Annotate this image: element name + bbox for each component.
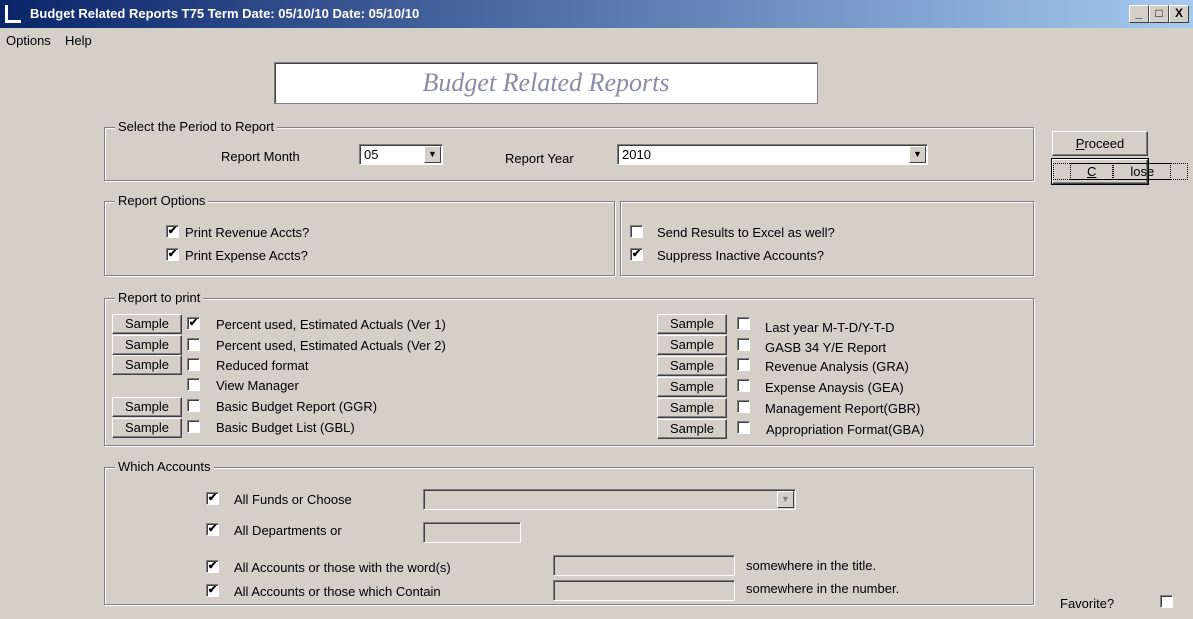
- sample-button-lastyear[interactable]: Sample: [657, 314, 727, 334]
- menu-bar: Options Help: [0, 29, 1193, 51]
- report-month-value: 05: [364, 147, 379, 162]
- report-reduced-checkbox[interactable]: [187, 358, 200, 371]
- report-gbr-checkbox[interactable]: [737, 400, 750, 413]
- report-options-group: Report Options: [104, 193, 615, 276]
- maximize-button[interactable]: □: [1149, 5, 1169, 23]
- report-gbr-label: Management Report(GBR): [765, 401, 921, 416]
- department-input[interactable]: [423, 522, 521, 543]
- report-gra-checkbox[interactable]: [737, 358, 750, 371]
- report-view-manager-checkbox[interactable]: [187, 378, 200, 391]
- sample-button-reduced[interactable]: Sample: [112, 355, 182, 375]
- app-icon: [5, 5, 21, 23]
- favorite-label: Favorite?: [1060, 596, 1115, 611]
- all-departments-label: All Departments or: [234, 523, 342, 538]
- sample-button-gra[interactable]: Sample: [657, 356, 727, 376]
- report-ver2-checkbox[interactable]: [187, 338, 200, 351]
- report-ggr-checkbox[interactable]: [187, 399, 200, 412]
- report-ver1-label: Percent used, Estimated Actuals (Ver 1): [216, 317, 446, 332]
- all-funds-label: All Funds or Choose: [234, 492, 352, 507]
- report-to-print-legend: Report to print: [115, 290, 204, 305]
- report-gasb-checkbox[interactable]: [737, 338, 750, 351]
- report-lastyear-label: Last year M-T-D/Y-T-D: [765, 320, 895, 335]
- funds-select[interactable]: ▼: [423, 489, 796, 510]
- sample-button-ggr[interactable]: Sample: [112, 397, 182, 417]
- period-legend: Select the Period to Report: [115, 119, 278, 134]
- print-revenue-label: Print Revenue Accts?: [185, 225, 310, 240]
- sample-button-ver1[interactable]: Sample: [112, 314, 182, 334]
- favorite-checkbox[interactable]: [1160, 595, 1173, 608]
- all-accounts-contain-checkbox[interactable]: ✔: [206, 584, 219, 597]
- sample-button-gba[interactable]: Sample: [657, 419, 727, 439]
- all-accounts-word-label: All Accounts or those with the word(s): [234, 560, 451, 575]
- report-gasb-label: GASB 34 Y/E Report: [765, 340, 887, 355]
- report-lastyear-checkbox[interactable]: [737, 317, 750, 330]
- chevron-down-icon[interactable]: ▼: [424, 146, 441, 163]
- which-accounts-legend: Which Accounts: [115, 459, 214, 474]
- report-gea-label: Expense Anaysis (GEA): [765, 380, 904, 395]
- report-gra-label: Revenue Analysis (GRA): [765, 359, 909, 374]
- suppress-inactive-label: Suppress Inactive Accounts?: [657, 248, 824, 263]
- sample-button-gbl[interactable]: Sample: [112, 418, 182, 438]
- title-bar[interactable]: Budget Related Reports T75 Term Date: 05…: [0, 0, 1193, 28]
- report-gbl-label: Basic Budget List (GBL): [216, 420, 355, 435]
- report-year-value: 2010: [622, 147, 651, 162]
- report-gbl-checkbox[interactable]: [187, 420, 200, 433]
- print-expense-label: Print Expense Accts?: [185, 248, 308, 263]
- report-gba-label: Appropriation Format(GBA): [766, 422, 925, 437]
- title-words-input[interactable]: [553, 555, 735, 576]
- report-ver2-label: Percent used, Estimated Actuals (Ver 2): [216, 338, 446, 353]
- close-window-button[interactable]: X: [1169, 5, 1189, 23]
- report-gba-checkbox[interactable]: [737, 421, 750, 434]
- report-view-manager-label: View Manager: [216, 378, 299, 393]
- menu-options[interactable]: Options: [6, 33, 51, 48]
- suppress-inactive-checkbox[interactable]: ✔: [630, 248, 643, 261]
- sample-button-gea[interactable]: Sample: [657, 377, 727, 397]
- all-accounts-word-checkbox[interactable]: ✔: [206, 560, 219, 573]
- close-label: Close: [1053, 163, 1189, 180]
- window-title: Budget Related Reports T75 Term Date: 05…: [30, 6, 420, 21]
- sample-button-gbr[interactable]: Sample: [657, 398, 727, 418]
- report-reduced-label: Reduced format: [216, 358, 309, 373]
- send-excel-checkbox[interactable]: [630, 225, 643, 238]
- close-button[interactable]: Close: [1051, 158, 1189, 185]
- send-excel-label: Send Results to Excel as well?: [657, 225, 835, 240]
- sample-button-ver2[interactable]: Sample: [112, 335, 182, 355]
- menu-help[interactable]: Help: [65, 33, 92, 48]
- report-ver1-checkbox[interactable]: ✔: [187, 317, 200, 330]
- print-expense-checkbox[interactable]: ✔: [166, 248, 179, 261]
- page-banner: Budget Related Reports: [274, 62, 818, 104]
- report-options-legend: Report Options: [115, 193, 209, 208]
- proceed-label: Proceed: [1075, 136, 1125, 151]
- report-month-label: Report Month: [221, 149, 300, 164]
- sample-button-gasb[interactable]: Sample: [657, 335, 727, 355]
- all-departments-checkbox[interactable]: ✔: [206, 523, 219, 536]
- report-gea-checkbox[interactable]: [737, 379, 750, 392]
- number-suffix-label: somewhere in the number.: [746, 581, 900, 596]
- all-accounts-contain-label: All Accounts or those which Contain: [234, 584, 441, 599]
- chevron-down-icon[interactable]: ▼: [777, 491, 794, 508]
- number-contains-input[interactable]: [553, 580, 735, 601]
- report-year-select[interactable]: 2010 ▼: [617, 144, 928, 165]
- all-funds-checkbox[interactable]: ✔: [206, 492, 219, 505]
- report-month-select[interactable]: 05 ▼: [359, 144, 443, 165]
- minimize-button[interactable]: _: [1129, 5, 1149, 23]
- proceed-button[interactable]: Proceed: [1052, 131, 1148, 156]
- report-year-label: Report Year: [505, 151, 574, 166]
- report-ggr-label: Basic Budget Report (GGR): [216, 399, 378, 414]
- title-suffix-label: somewhere in the title.: [746, 558, 877, 573]
- print-revenue-checkbox[interactable]: ✔: [166, 225, 179, 238]
- chevron-down-icon[interactable]: ▼: [909, 146, 926, 163]
